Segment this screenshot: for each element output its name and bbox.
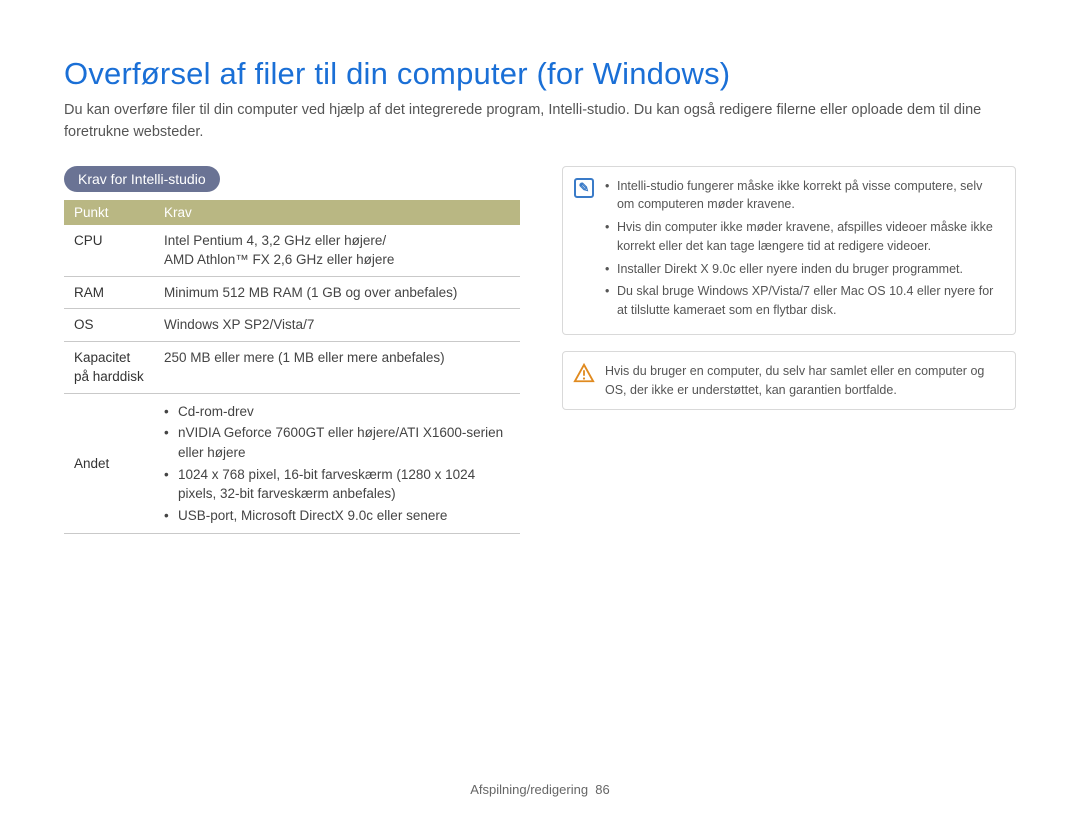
intro-paragraph: Du kan overføre filer til din computer v… [64,100,1016,144]
cell-label: RAM [64,276,154,309]
warning-icon [573,362,595,384]
list-item: Du skal bruge Windows XP/Vista/7 eller M… [605,282,1003,320]
cell-value: 250 MB eller mere (1 MB eller mere anbef… [154,341,520,393]
cell-label: CPU [64,225,154,277]
list-item: Hvis din computer ikke møder kravene, af… [605,218,1003,256]
table-row: OS Windows XP SP2/Vista/7 [64,309,520,342]
manual-page: Overførsel af filer til din computer (fo… [0,0,1080,815]
footer-page-number: 86 [595,782,609,797]
th-punkt: Punkt [64,200,154,225]
page-title: Overførsel af filer til din computer (fo… [64,56,1016,92]
cell-label: Kapacitet på harddisk [64,341,154,393]
list-item: nVIDIA Geforce 7600GT eller højere/ATI X… [164,423,510,462]
info-list: Intelli-studio fungerer måske ikke korre… [605,177,1003,320]
th-krav: Krav [154,200,520,225]
info-icon: ✎ [573,177,595,199]
other-list: Cd-rom-drev nVIDIA Geforce 7600GT eller … [164,402,510,525]
footer-section: Afspilning/redigering [470,782,588,797]
list-item: Installer Direkt X 9.0c eller nyere inde… [605,260,1003,279]
table-row: CPU Intel Pentium 4, 3,2 GHz eller højer… [64,225,520,277]
list-item: Cd-rom-drev [164,402,510,422]
table-row: RAM Minimum 512 MB RAM (1 GB og over anb… [64,276,520,309]
page-footer: Afspilning/redigering 86 [0,782,1080,797]
table-row: Andet Cd-rom-drev nVIDIA Geforce 7600GT … [64,393,520,533]
right-column: ✎ Intelli-studio fungerer måske ikke kor… [562,166,1016,535]
cell-value: Intel Pentium 4, 3,2 GHz eller højere/ A… [154,225,520,277]
two-column-layout: Krav for Intelli-studio Punkt Krav CPU I… [64,166,1016,535]
list-item: 1024 x 768 pixel, 16-bit farveskærm (128… [164,465,510,504]
cell-value: Minimum 512 MB RAM (1 GB og over anbefal… [154,276,520,309]
left-column: Krav for Intelli-studio Punkt Krav CPU I… [64,166,520,535]
info-note: ✎ Intelli-studio fungerer måske ikke kor… [562,166,1016,335]
list-item: USB-port, Microsoft DirectX 9.0c eller s… [164,506,510,526]
cell-label: Andet [64,393,154,533]
cell-value: Cd-rom-drev nVIDIA Geforce 7600GT eller … [154,393,520,533]
cell-value: Windows XP SP2/Vista/7 [154,309,520,342]
table-row: Kapacitet på harddisk 250 MB eller mere … [64,341,520,393]
cell-label: OS [64,309,154,342]
warning-note: Hvis du bruger en computer, du selv har … [562,351,1016,411]
requirements-table: Punkt Krav CPU Intel Pentium 4, 3,2 GHz … [64,200,520,535]
section-badge: Krav for Intelli-studio [64,166,220,192]
list-item: Intelli-studio fungerer måske ikke korre… [605,177,1003,215]
warning-text: Hvis du bruger en computer, du selv har … [605,364,984,397]
